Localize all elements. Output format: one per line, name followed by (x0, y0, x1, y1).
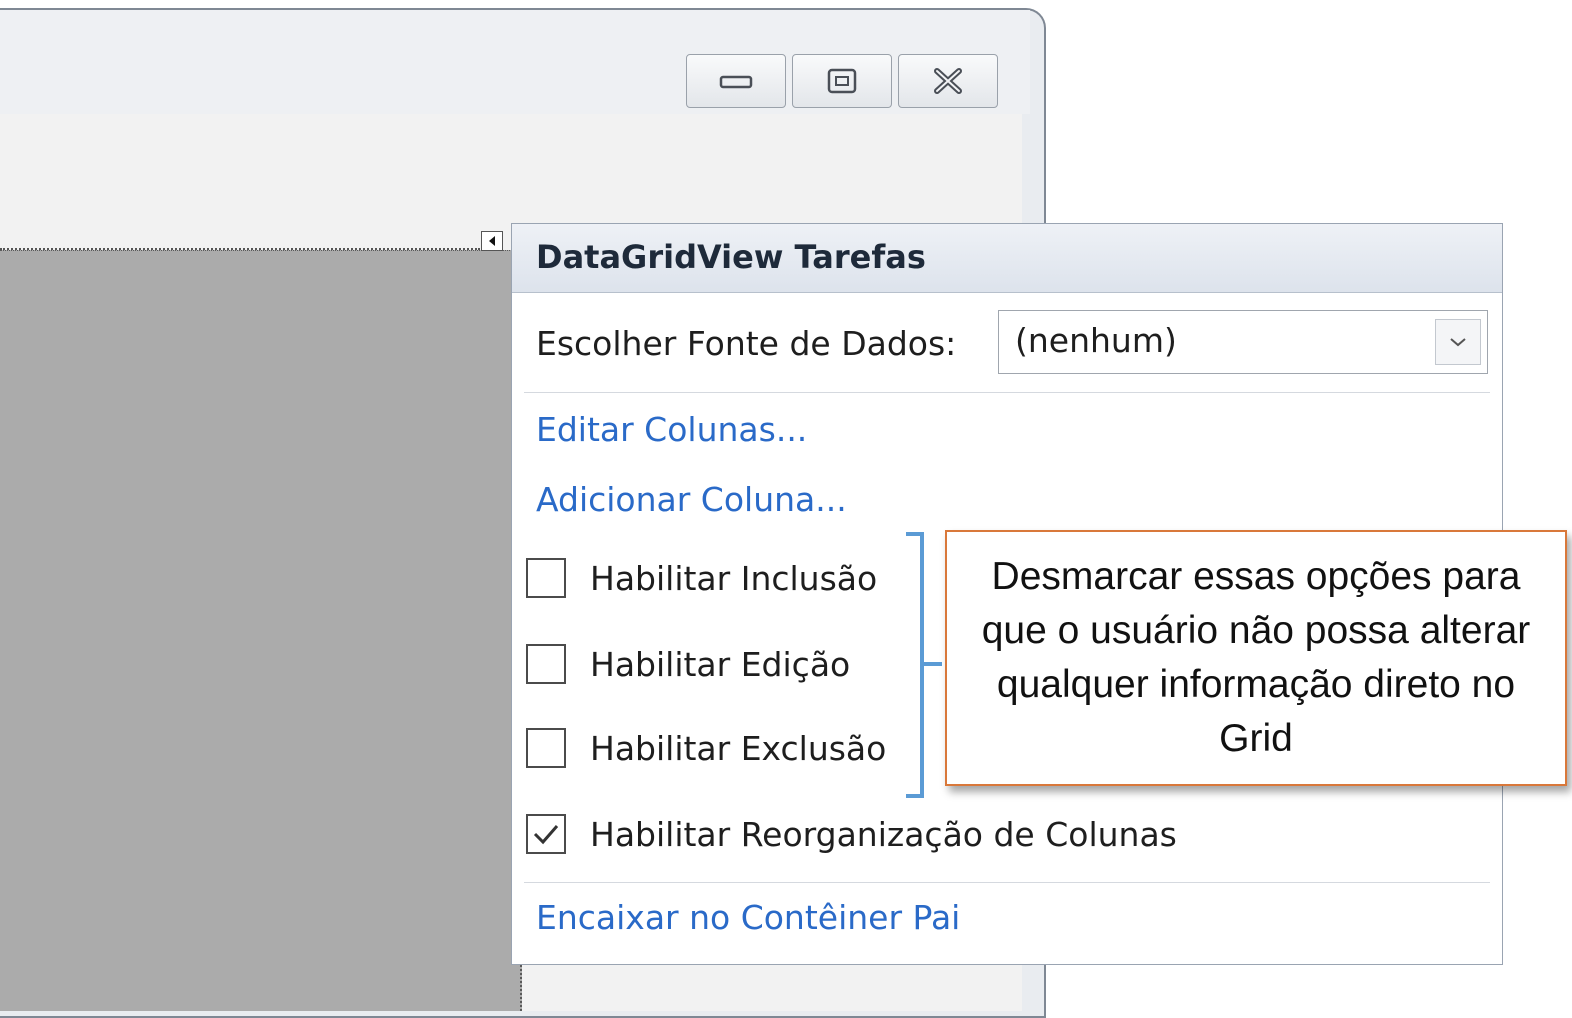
tasks-panel-header: DataGridView Tarefas (512, 224, 1502, 293)
checkbox[interactable] (526, 558, 566, 598)
checkbox-label: Habilitar Exclusão (590, 728, 887, 768)
separator (524, 392, 1490, 393)
window-controls (686, 54, 998, 108)
separator (524, 882, 1490, 883)
tasks-panel-title: DataGridView Tarefas (536, 238, 926, 276)
checkbox-label: Habilitar Reorganização de Colunas (590, 814, 1177, 854)
annotation-callout: Desmarcar essas opções para que o usuári… (945, 530, 1567, 786)
checkbox-label: Habilitar Edição (590, 644, 851, 684)
enable-editing-option[interactable]: Habilitar Edição (526, 644, 850, 684)
enable-deleting-option[interactable]: Habilitar Exclusão (526, 728, 886, 768)
data-source-combobox[interactable]: (nenhum) (998, 310, 1488, 374)
checkbox[interactable] (526, 728, 566, 768)
maximize-icon (827, 68, 857, 94)
close-button[interactable] (898, 54, 998, 108)
add-column-link[interactable]: Adicionar Coluna... (536, 480, 847, 519)
checkbox[interactable] (526, 644, 566, 684)
annotation-text: Desmarcar essas opções para que o usuári… (981, 555, 1531, 760)
chevron-down-icon (1450, 338, 1466, 347)
enable-column-reorder-option[interactable]: Habilitar Reorganização de Colunas (526, 814, 1177, 854)
dock-in-parent-link[interactable]: Encaixar no Contêiner Pai (536, 898, 960, 937)
edit-columns-link[interactable]: Editar Colunas... (536, 410, 807, 449)
data-source-label: Escolher Fonte de Dados: (536, 324, 957, 363)
data-source-value: (nenhum) (1015, 321, 1177, 360)
enable-adding-option[interactable]: Habilitar Inclusão (526, 558, 877, 598)
smart-tag-glyph[interactable] (481, 231, 503, 251)
triangle-left-icon (489, 236, 495, 246)
minimize-icon (719, 75, 753, 89)
bracket-annotation (906, 532, 942, 798)
checkbox-checked[interactable] (526, 814, 566, 854)
dropdown-button[interactable] (1435, 319, 1481, 365)
selection-border (0, 248, 480, 250)
checkmark-icon (533, 825, 559, 845)
window-title-bar (0, 10, 1030, 114)
maximize-button[interactable] (792, 54, 892, 108)
close-icon (934, 68, 962, 94)
checkbox-label: Habilitar Inclusão (590, 558, 878, 598)
minimize-button[interactable] (686, 54, 786, 108)
datagridview-control[interactable] (0, 250, 522, 1011)
